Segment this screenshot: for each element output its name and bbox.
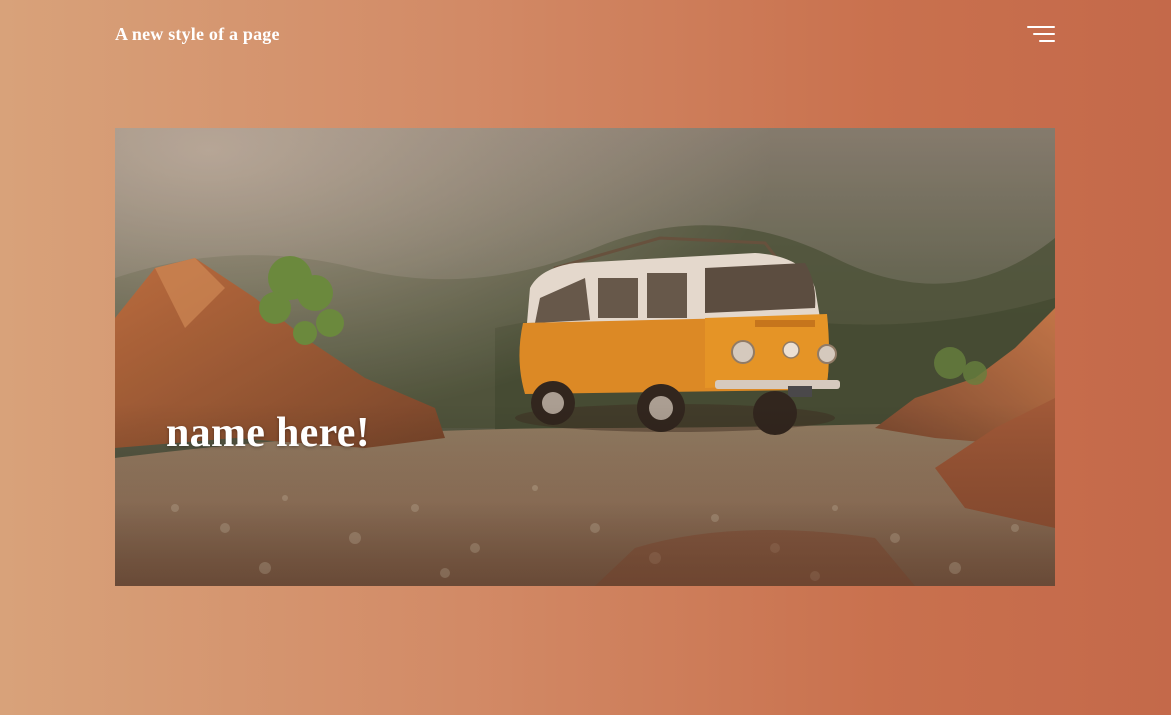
menu-line bbox=[1027, 26, 1055, 28]
top-bar: A new style of a page bbox=[115, 22, 1055, 52]
hero-image bbox=[115, 128, 1055, 586]
site-title[interactable]: A new style of a page bbox=[115, 24, 280, 45]
menu-line bbox=[1039, 40, 1055, 42]
hero-heading: name here! bbox=[166, 410, 370, 456]
hero-banner: name here! bbox=[115, 128, 1055, 586]
menu-line bbox=[1033, 33, 1055, 35]
hamburger-menu-icon[interactable] bbox=[1025, 26, 1055, 46]
